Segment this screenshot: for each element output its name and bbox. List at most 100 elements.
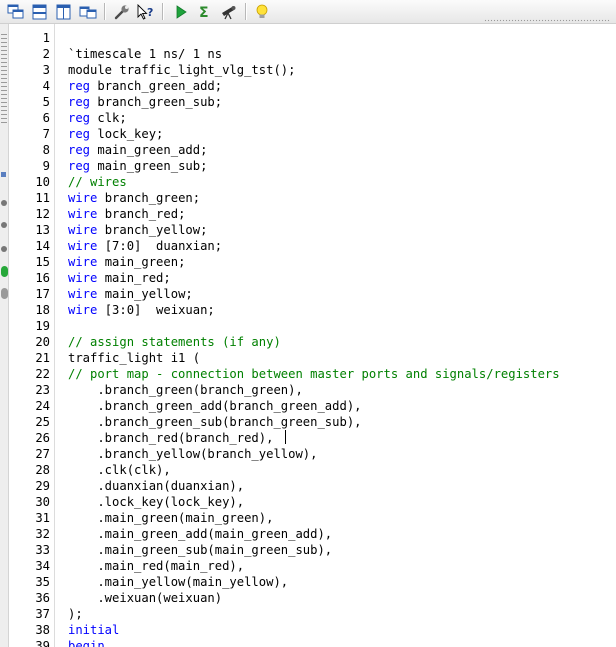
code-line[interactable]: 9 reg main_green_sub; (9, 158, 616, 174)
code-text: reg lock_key; (68, 126, 163, 142)
code-line[interactable]: 8 reg main_green_add; (9, 142, 616, 158)
comment-token: // assign statements (if any) (68, 335, 281, 349)
tile-vertical-button[interactable] (54, 2, 74, 21)
code-line[interactable]: 38 initial (9, 622, 616, 638)
code-line[interactable]: 26 .branch_red(branch_red), (9, 430, 616, 446)
code-line[interactable]: 34 .main_red(main_red), (9, 558, 616, 574)
strip-marker (1, 172, 6, 177)
code-line[interactable]: 2 `timescale 1 ns/ 1 ns (9, 46, 616, 62)
line-number: 4 (42, 79, 50, 93)
code-line[interactable]: 37); (9, 606, 616, 622)
code-token: .branch_yellow(branch_yellow), (68, 447, 318, 461)
code-text: .lock_key(lock_key), (68, 494, 244, 510)
code-line[interactable]: 6 reg clk; (9, 110, 616, 126)
code-line[interactable]: 18 wire [3:0] weixuan; (9, 302, 616, 318)
cascade-windows-icon (7, 4, 24, 18)
code-line[interactable]: 21 traffic_light i1 ( (9, 350, 616, 366)
tip-button[interactable] (252, 2, 272, 21)
line-number: 13 (35, 223, 50, 237)
code-text: traffic_light i1 ( (68, 350, 200, 366)
code-line[interactable]: 29 .duanxian(duanxian), (9, 478, 616, 494)
code-line[interactable]: 31 .main_green(main_green), (9, 510, 616, 526)
line-number: 25 (35, 415, 50, 429)
code-text: wire main_green; (68, 254, 185, 270)
line-number: 5 (42, 95, 50, 109)
code-line[interactable]: 7 reg lock_key; (9, 126, 616, 142)
help-button[interactable]: ? (136, 2, 156, 21)
line-number: 3 (42, 63, 50, 77)
code-token: clk; (90, 111, 127, 125)
code-line[interactable]: 23 .branch_green(branch_green), (9, 382, 616, 398)
code-line[interactable]: 32 .main_green_add(main_green_add), (9, 526, 616, 542)
code-token: [7:0] duanxian; (97, 239, 223, 253)
cascade-windows-button[interactable] (6, 2, 26, 21)
code-line[interactable]: 16 wire main_red; (9, 270, 616, 286)
code-line[interactable]: 3 module traffic_light_vlg_tst(); (9, 62, 616, 78)
run-button[interactable] (171, 2, 191, 21)
line-number: 6 (42, 111, 50, 125)
toolbar: ? Σ (0, 0, 616, 24)
wrench-icon (114, 4, 129, 19)
code-line[interactable]: 33 .main_green_sub(main_green_sub), (9, 542, 616, 558)
keyword-token: reg (68, 127, 91, 141)
line-number: 27 (35, 447, 50, 461)
code-token: module traffic_light_vlg_tst(); (68, 63, 296, 77)
code-line[interactable]: 36 .weixuan(weixuan) (9, 590, 616, 606)
code-token: main_yellow; (97, 287, 193, 301)
code-text: wire main_red; (68, 270, 171, 286)
line-number: 26 (35, 431, 50, 445)
code-text: .main_yellow(main_yellow), (68, 574, 288, 590)
line-number: 34 (35, 559, 50, 573)
code-line[interactable]: 39 begin (9, 638, 616, 647)
code-token: main_green; (97, 255, 186, 269)
code-line[interactable]: 24 .branch_green_add(branch_green_add), (9, 398, 616, 414)
line-number: 23 (35, 383, 50, 397)
code-token: .main_green_add(main_green_add), (68, 527, 333, 541)
code-line[interactable]: 13 wire branch_yellow; (9, 222, 616, 238)
code-line[interactable]: 20 // assign statements (if any) (9, 334, 616, 350)
telescope-icon (222, 5, 236, 19)
code-line[interactable]: 10 // wires (9, 174, 616, 190)
code-line[interactable]: 14 wire [7:0] duanxian; (9, 238, 616, 254)
tile-horizontal-button[interactable] (30, 2, 50, 21)
code-line[interactable]: 28 .clk(clk), (9, 462, 616, 478)
code-line[interactable]: 30 .lock_key(lock_key), (9, 494, 616, 510)
line-number: 18 (35, 303, 50, 317)
code-line[interactable]: 17 wire main_yellow; (9, 286, 616, 302)
code-token: lock_key; (90, 127, 164, 141)
code-text: begin (68, 638, 105, 647)
code-text: .main_red(main_red), (68, 558, 244, 574)
play-icon (176, 4, 187, 19)
line-number: 15 (35, 255, 50, 269)
code-line[interactable]: 35 .main_yellow(main_yellow), (9, 574, 616, 590)
strip-grip[interactable] (1, 34, 7, 124)
code-line[interactable]: 1 (9, 30, 616, 46)
code-line[interactable]: 11 wire branch_green; (9, 190, 616, 206)
toolbar-separator (162, 3, 164, 20)
line-number: 29 (35, 479, 50, 493)
code-text: initial (68, 622, 119, 638)
strip-marker (1, 246, 7, 252)
line-number: 7 (42, 127, 50, 141)
code-line[interactable]: 15 wire main_green; (9, 254, 616, 270)
telescope-button[interactable] (219, 2, 239, 21)
tile-vertical-icon (56, 4, 71, 19)
code-line[interactable]: 27 .branch_yellow(branch_yellow), (9, 446, 616, 462)
line-number: 14 (35, 239, 50, 253)
arrange-windows-button[interactable] (78, 2, 98, 21)
code-line[interactable]: 22 // port map - connection between maste… (9, 366, 616, 382)
code-line[interactable]: 4 reg branch_green_add; (9, 78, 616, 94)
code-editor[interactable]: 1 2 `timescale 1 ns/ 1 ns 3 module traffic_l… (9, 24, 616, 647)
code-line[interactable]: 25 .branch_green_sub(branch_green_sub), (9, 414, 616, 430)
code-text: reg branch_green_sub; (68, 94, 222, 110)
sum-button[interactable]: Σ (195, 2, 215, 21)
code-line[interactable]: 19 (9, 318, 616, 334)
code-line[interactable]: 12 wire branch_red; (9, 206, 616, 222)
code-token: branch_green; (97, 191, 201, 205)
toolbar-grip[interactable] (484, 19, 610, 22)
code-token: .clk(clk), (68, 463, 171, 477)
code-text: .branch_green(branch_green), (68, 382, 302, 398)
code-line[interactable]: 5 reg branch_green_sub; (9, 94, 616, 110)
settings-button[interactable] (112, 2, 132, 21)
line-number: 16 (35, 271, 50, 285)
